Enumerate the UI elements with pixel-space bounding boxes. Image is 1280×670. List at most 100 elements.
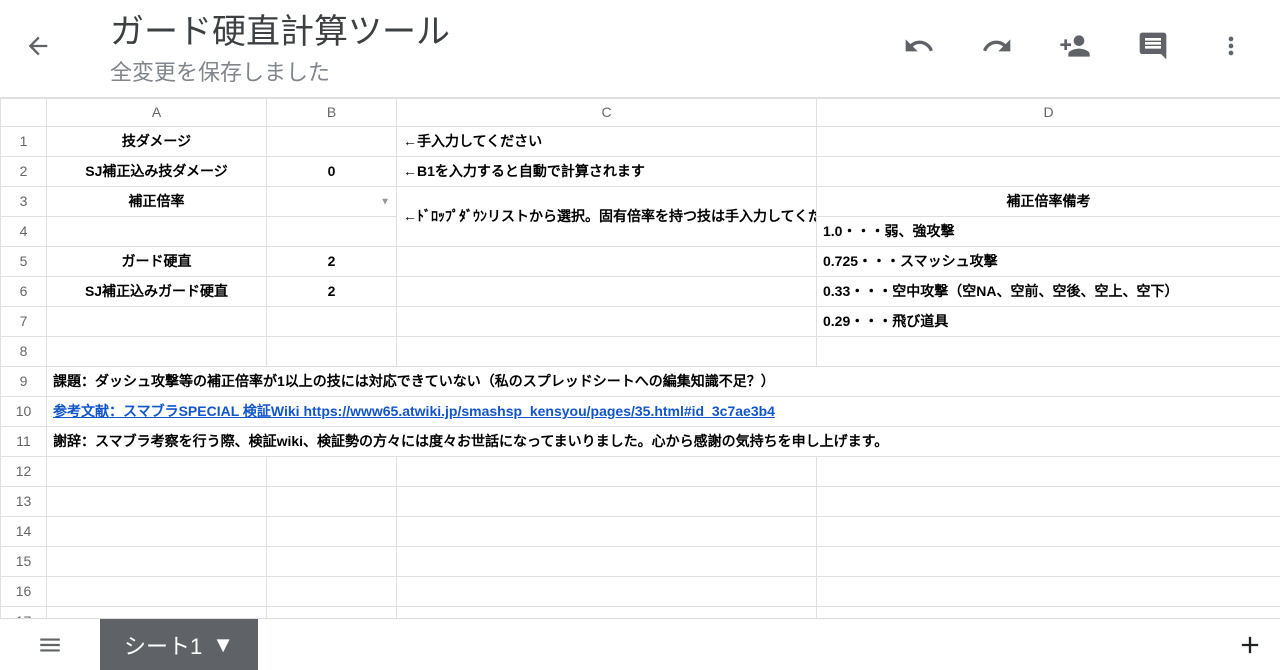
cell-A4[interactable] <box>47 217 267 247</box>
row-header[interactable]: 1 <box>1 127 47 157</box>
cell-C3-4[interactable]: ←ﾄﾞﾛｯﾌﾟﾀﾞｳﾝリストから選択。固有倍率を持つ技は手入力してください <box>397 187 817 247</box>
plus-icon <box>1236 631 1264 659</box>
cell-A5[interactable]: ガード硬直 <box>47 247 267 277</box>
column-header-row: A B C D <box>1 99 1280 127</box>
cell-D1[interactable] <box>817 127 1280 157</box>
cell[interactable] <box>397 457 817 487</box>
cell[interactable] <box>267 337 397 367</box>
cell-B2[interactable]: 0 <box>267 157 397 187</box>
cell-A2[interactable]: SJ補正込み技ダメージ <box>47 157 267 187</box>
row-header[interactable]: 2 <box>1 157 47 187</box>
sheet-tab-active[interactable]: シート1 ▼ <box>100 619 258 670</box>
row-header[interactable]: 3 <box>1 187 47 217</box>
cell-D5[interactable]: 0.725・・・スマッシュ攻撃 <box>817 247 1280 277</box>
cell-A10-link[interactable]: 参考文献：スマブラSPECIAL 検証Wiki https://www65.at… <box>47 397 1280 427</box>
cell-B5[interactable]: 2 <box>267 247 397 277</box>
cell-D2[interactable] <box>817 157 1280 187</box>
cell-A11[interactable]: 謝辞：スマブラ考察を行う際、検証wiki、検証勢の方々には度々お世話になってまい… <box>47 427 1280 457</box>
cell-A6[interactable]: SJ補正込みガード硬直 <box>47 277 267 307</box>
row-header[interactable]: 9 <box>1 367 47 397</box>
menu-icon <box>37 632 63 658</box>
row-header[interactable]: 8 <box>1 337 47 367</box>
cell[interactable] <box>47 577 267 607</box>
cell-D3[interactable]: 補正倍率備考 <box>817 187 1280 217</box>
back-button[interactable] <box>20 28 56 64</box>
comment-button[interactable] <box>1136 29 1170 63</box>
row-header[interactable]: 11 <box>1 427 47 457</box>
cell[interactable] <box>397 607 817 619</box>
row-header[interactable]: 17 <box>1 607 47 619</box>
cell-D6[interactable]: 0.33・・・空中攻撃（空NA、空前、空後、空上、空下） <box>817 277 1280 307</box>
redo-button[interactable] <box>980 29 1014 63</box>
undo-button[interactable] <box>902 29 936 63</box>
row-header[interactable]: 16 <box>1 577 47 607</box>
cell-A7[interactable] <box>47 307 267 337</box>
cell-C5[interactable] <box>397 247 817 277</box>
col-header-A[interactable]: A <box>47 99 267 127</box>
cell[interactable] <box>47 547 267 577</box>
more-vert-icon <box>1217 32 1245 60</box>
cell-A1[interactable]: 技ダメージ <box>47 127 267 157</box>
cell[interactable] <box>817 577 1280 607</box>
col-header-C[interactable]: C <box>397 99 817 127</box>
cell-B3-dropdown[interactable]: ▼ <box>267 187 397 217</box>
cell[interactable] <box>47 517 267 547</box>
spreadsheet-grid[interactable]: A B C D 1 技ダメージ ←手入力してください 2 SJ補正込み技ダメージ… <box>0 97 1280 618</box>
sheet-footer: シート1 ▼ <box>0 618 1280 670</box>
cell[interactable] <box>397 487 817 517</box>
col-header-B[interactable]: B <box>267 99 397 127</box>
cell[interactable] <box>267 487 397 517</box>
add-sheet-button[interactable] <box>1220 619 1280 670</box>
cell-C2[interactable]: ←B1を入力すると自動で計算されます <box>397 157 817 187</box>
cell[interactable] <box>817 487 1280 517</box>
cell-D7[interactable]: 0.29・・・飛び道具 <box>817 307 1280 337</box>
row-header[interactable]: 6 <box>1 277 47 307</box>
all-sheets-button[interactable] <box>0 619 100 670</box>
cell[interactable] <box>267 577 397 607</box>
row-header[interactable]: 15 <box>1 547 47 577</box>
cell[interactable] <box>817 457 1280 487</box>
cell[interactable] <box>267 457 397 487</box>
cell[interactable] <box>47 607 267 619</box>
cell[interactable] <box>817 337 1280 367</box>
row-header[interactable]: 4 <box>1 217 47 247</box>
save-status: 全変更を保存しました <box>110 55 878 87</box>
cell-B1[interactable] <box>267 127 397 157</box>
share-button[interactable] <box>1058 29 1092 63</box>
cell[interactable] <box>397 547 817 577</box>
corner-cell[interactable] <box>1 99 47 127</box>
document-title[interactable]: ガード硬直計算ツール <box>110 4 878 53</box>
arrow-left-icon <box>24 32 52 60</box>
cell[interactable] <box>267 547 397 577</box>
cell-D4[interactable]: 1.0・・・弱、強攻撃 <box>817 217 1280 247</box>
cell[interactable] <box>397 517 817 547</box>
row-header[interactable]: 7 <box>1 307 47 337</box>
cell[interactable] <box>817 607 1280 619</box>
cell-C6[interactable] <box>397 277 817 307</box>
row-header[interactable]: 5 <box>1 247 47 277</box>
more-button[interactable] <box>1214 29 1248 63</box>
col-header-D[interactable]: D <box>817 99 1280 127</box>
cell-C1[interactable]: ←手入力してください <box>397 127 817 157</box>
cell-A3[interactable]: 補正倍率 <box>47 187 267 217</box>
cell[interactable] <box>47 337 267 367</box>
cell[interactable] <box>817 547 1280 577</box>
row-header[interactable]: 13 <box>1 487 47 517</box>
row-header[interactable]: 14 <box>1 517 47 547</box>
cell[interactable] <box>267 517 397 547</box>
cell-A9[interactable]: 課題：ダッシュ攻撃等の補正倍率が1以上の技には対応できていない（私のスプレッドシ… <box>47 367 1280 397</box>
row-header[interactable]: 12 <box>1 457 47 487</box>
redo-icon <box>981 30 1013 62</box>
app-header: ガード硬直計算ツール 全変更を保存しました <box>0 0 1280 97</box>
cell[interactable] <box>397 337 817 367</box>
cell[interactable] <box>817 517 1280 547</box>
cell-B4[interactable] <box>267 217 397 247</box>
row-header[interactable]: 10 <box>1 397 47 427</box>
cell[interactable] <box>397 577 817 607</box>
cell-C7[interactable] <box>397 307 817 337</box>
cell-B6[interactable]: 2 <box>267 277 397 307</box>
cell[interactable] <box>267 607 397 619</box>
cell[interactable] <box>47 457 267 487</box>
cell-B7[interactable] <box>267 307 397 337</box>
cell[interactable] <box>47 487 267 517</box>
